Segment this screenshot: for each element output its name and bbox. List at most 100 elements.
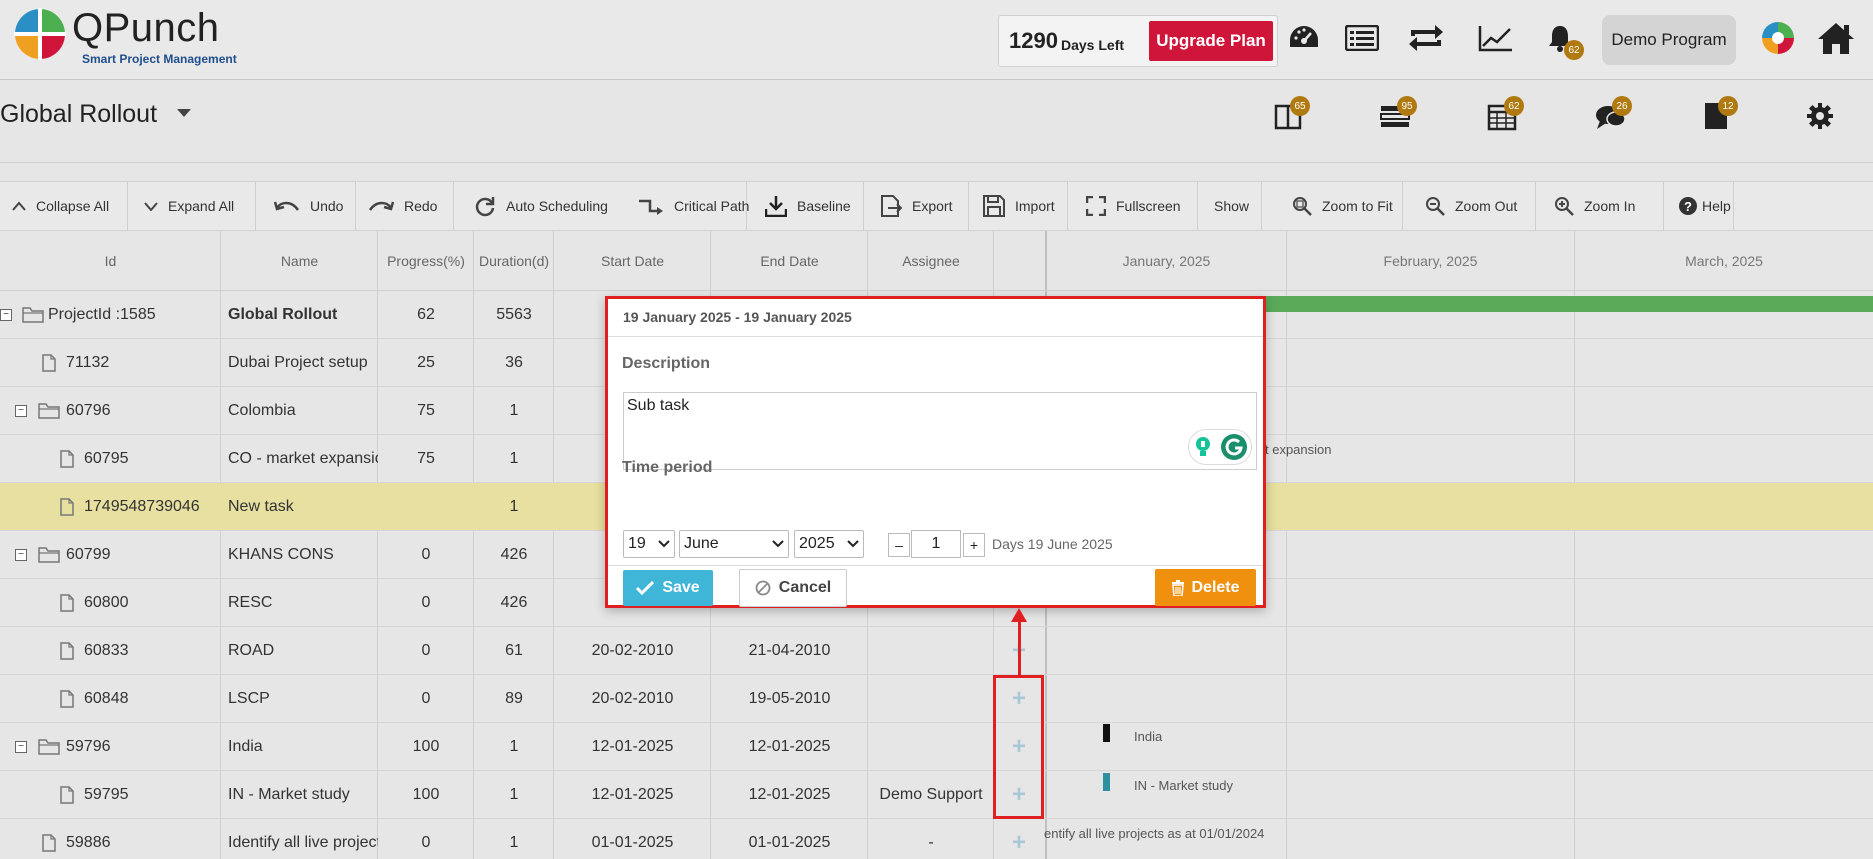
month-select[interactable]: June: [679, 530, 789, 558]
fullscreen-button[interactable]: Fullscreen: [1068, 182, 1198, 230]
home-icon[interactable]: [1816, 18, 1856, 58]
task-edit-dialog: 19 January 2025 - 19 January 2025 Descri…: [605, 296, 1266, 608]
upgrade-plan-button[interactable]: Upgrade Plan: [1149, 21, 1273, 61]
gantt-bar-in-market[interactable]: [1103, 773, 1110, 791]
project-title[interactable]: Global Rollout: [0, 100, 157, 129]
cancel-button[interactable]: Cancel: [739, 569, 847, 607]
grammar-assistant-widget[interactable]: [1188, 429, 1252, 465]
row-name[interactable]: IN - Market study: [228, 771, 378, 819]
row-name[interactable]: KHANS CONS: [228, 531, 378, 579]
column-header-id[interactable]: Id: [0, 231, 221, 290]
board-icon[interactable]: 65: [1268, 96, 1310, 136]
ban-icon: [755, 580, 771, 596]
column-header-name[interactable]: Name: [221, 231, 378, 290]
chat-icon[interactable]: 26: [1590, 96, 1632, 136]
duration-input[interactable]: 1: [911, 530, 961, 558]
row-name[interactable]: Colombia: [228, 387, 378, 435]
row-name[interactable]: CO - market expansion: [228, 435, 378, 483]
table-row[interactable]: 60848 LSCP 0 89 20-02-2010 19-05-2010 +: [0, 675, 1873, 723]
auto-scheduling-label: Auto Scheduling: [506, 198, 608, 214]
expand-all-button[interactable]: Expand All: [128, 182, 256, 230]
column-header-start-date[interactable]: Start Date: [554, 231, 711, 290]
sync-icon[interactable]: [1406, 18, 1446, 58]
import-button[interactable]: Import: [969, 182, 1068, 230]
row-duration: 36: [505, 354, 523, 371]
table-row[interactable]: 59795 IN - Market study 100 1 12-01-2025 12-0…: [0, 771, 1873, 819]
lightbulb-icon[interactable]: [1193, 435, 1213, 459]
chat-badge: 26: [1612, 96, 1632, 116]
qpunch-logo[interactable]: [14, 8, 66, 60]
row-name[interactable]: Dubai Project setup: [228, 339, 378, 387]
help-button[interactable]: ? Help: [1664, 182, 1734, 230]
add-subtask-icon[interactable]: +: [1003, 829, 1035, 856]
column-header-duration[interactable]: Duration(d): [474, 231, 554, 290]
duration-decrement-button[interactable]: –: [888, 533, 910, 557]
show-button[interactable]: Show: [1198, 182, 1262, 230]
gear-icon[interactable]: [1800, 96, 1840, 136]
dashboard-icon[interactable]: [1284, 18, 1324, 58]
collapse-toggle[interactable]: −: [15, 741, 27, 753]
table-row[interactable]: −59796 India 100 1 12-01-2025 12-01-2025 +: [0, 723, 1873, 771]
app-switcher-icon[interactable]: [1758, 18, 1798, 58]
project-summary-bar[interactable]: [1265, 296, 1873, 312]
row-id: ProjectId :1585: [48, 306, 156, 323]
row-name[interactable]: New task: [228, 483, 378, 531]
row-name[interactable]: LSCP: [228, 675, 378, 723]
day-select[interactable]: 19: [623, 530, 675, 558]
collapse-toggle[interactable]: −: [15, 549, 27, 561]
table-row[interactable]: 60833ROAD06120-02-201021-04-2010+: [0, 627, 1873, 675]
collapse-all-button[interactable]: Collapse All: [0, 182, 128, 230]
document-icon[interactable]: 12: [1696, 96, 1738, 136]
year-select[interactable]: 2025: [794, 530, 864, 558]
notification-badge: 62: [1564, 40, 1584, 60]
zoom-to-fit-button[interactable]: Zoom to Fit: [1262, 182, 1403, 230]
undo-label: Undo: [310, 198, 344, 214]
description-textarea[interactable]: Sub task: [623, 392, 1257, 470]
critical-path-button[interactable]: Critical Path: [622, 182, 749, 230]
column-header-progress[interactable]: Progress(%): [378, 231, 474, 290]
export-button[interactable]: Export: [864, 182, 969, 230]
collapse-toggle[interactable]: −: [0, 309, 12, 321]
gantt-bar-india[interactable]: [1103, 724, 1110, 742]
row-assignee: -: [928, 834, 934, 851]
grammarly-icon[interactable]: [1220, 433, 1248, 461]
list-view-icon[interactable]: [1342, 18, 1382, 58]
row-name[interactable]: Identify all live projects: [228, 819, 378, 859]
row-end-date: 19-05-2010: [748, 690, 831, 707]
notification-bell-icon[interactable]: 62: [1540, 18, 1584, 60]
row-name[interactable]: RESC: [228, 579, 378, 627]
table-row[interactable]: 59886 Identify all live projects 0 1 01-01-2…: [0, 819, 1873, 859]
day-value: 19: [628, 535, 646, 552]
column-header-end-date[interactable]: End Date: [711, 231, 868, 290]
folder-icon: [22, 291, 44, 339]
analytics-icon[interactable]: [1476, 18, 1516, 58]
zoom-out-button[interactable]: Zoom Out: [1403, 182, 1536, 230]
zoom-in-button[interactable]: Zoom In: [1536, 182, 1664, 230]
undo-button[interactable]: Undo: [256, 182, 356, 230]
row-duration: 1: [509, 498, 519, 515]
board-badge: 65: [1290, 96, 1310, 116]
row-duration: 1: [509, 834, 519, 851]
baseline-button[interactable]: Baseline: [747, 182, 864, 230]
row-duration: 1: [509, 402, 519, 419]
row-name[interactable]: India: [228, 723, 378, 771]
redo-button[interactable]: Redo: [356, 182, 454, 230]
chevron-down-icon[interactable]: [176, 108, 192, 118]
row-progress: 75: [417, 402, 435, 419]
document-badge: 12: [1718, 96, 1738, 116]
year-value: 2025: [799, 535, 835, 552]
program-selector-button[interactable]: Demo Program: [1602, 15, 1736, 65]
row-name[interactable]: Global Rollout: [228, 291, 378, 339]
zoom-out-label: Zoom Out: [1455, 198, 1518, 214]
delete-button[interactable]: Delete: [1155, 569, 1256, 606]
duration-increment-button[interactable]: +: [963, 533, 985, 557]
collapse-toggle[interactable]: −: [15, 405, 27, 417]
row-id: 1749548739046: [84, 498, 200, 515]
column-header-assignee[interactable]: Assignee: [868, 231, 994, 290]
calendar-icon[interactable]: 62: [1482, 96, 1524, 136]
file-icon: [42, 819, 56, 859]
layers-list-icon[interactable]: 95: [1375, 96, 1417, 136]
auto-scheduling-button[interactable]: Auto Scheduling: [454, 182, 622, 230]
row-name[interactable]: ROAD: [228, 627, 378, 675]
save-button[interactable]: Save: [623, 570, 713, 606]
